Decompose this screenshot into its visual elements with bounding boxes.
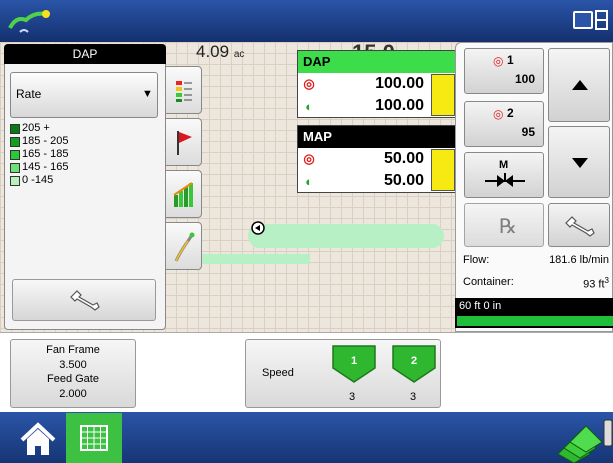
- legend-swatch: [10, 149, 20, 160]
- grid-icon: [80, 425, 108, 451]
- legend-swatch: [10, 136, 20, 147]
- target-rate: 50.00: [383, 150, 424, 167]
- prescription-button[interactable]: ℞: [464, 203, 544, 247]
- top-bar: [0, 0, 613, 42]
- legend-swatch: [10, 175, 20, 186]
- actual-rate: 100.00: [375, 97, 424, 114]
- arrow-down-icon: [572, 158, 588, 168]
- rate-bar: [431, 74, 455, 116]
- wrench-icon: [70, 290, 100, 311]
- preset-rate-2-button[interactable]: ◎ 2 95: [464, 101, 544, 147]
- actual-rate-icon: ◐: [305, 98, 313, 114]
- target-icon: ◎: [303, 151, 315, 166]
- legend-label: 165 - 185: [22, 148, 69, 160]
- manual-label: M: [499, 159, 509, 171]
- legend-item: 205 +: [10, 122, 160, 135]
- display-window-icon[interactable]: [571, 8, 609, 34]
- gps-signal-icon[interactable]: [6, 6, 52, 36]
- rate-increase-button[interactable]: [548, 48, 610, 122]
- target-icon: ◎: [303, 76, 315, 91]
- acres-counter: 4.09 ac: [196, 42, 244, 62]
- feed-gate-label: Feed Gate: [47, 373, 99, 385]
- fan-frame-value: 3.500: [59, 358, 87, 371]
- container-amount: 93 ft: [583, 278, 605, 291]
- dropdown-arrow-icon: ▼: [142, 88, 153, 100]
- container-value: 93 ft3: [545, 276, 609, 291]
- arrow-up-icon: [572, 80, 588, 90]
- legend-item: 185 - 205: [10, 135, 160, 148]
- actual-rate-icon: ◐: [305, 173, 313, 189]
- speed-label: Speed: [262, 367, 294, 379]
- guidance-tab-icon: [174, 232, 195, 262]
- section-status-bar: [457, 316, 613, 326]
- target-rate: 100.00: [375, 75, 424, 92]
- rate-legend: 205 + 185 - 205 165 - 185 145 - 165 0 -1…: [10, 122, 160, 187]
- section-2-speed: 3: [410, 391, 417, 403]
- section-2-icon[interactable]: 2: [391, 344, 437, 384]
- flow-value: 181.6 lb/min: [549, 254, 609, 266]
- preset-value: 95: [521, 125, 535, 139]
- legend-label: 205 +: [22, 122, 50, 134]
- target-icon: ◎: [493, 107, 504, 121]
- acres-value: 4.09: [196, 42, 230, 61]
- preset-number: 2: [507, 106, 514, 120]
- section-1-icon[interactable]: 1: [331, 344, 377, 384]
- section-number: 2: [411, 355, 417, 367]
- map-view-button[interactable]: [66, 413, 122, 463]
- container-unit-exponent: 3: [604, 276, 609, 285]
- legend-label: 185 - 205: [22, 135, 69, 147]
- prescription-icon: ℞: [499, 216, 517, 238]
- product-name: DAP: [298, 51, 457, 73]
- fan-frame-label: Fan Frame: [46, 344, 100, 356]
- settings-wrench-button[interactable]: [12, 279, 156, 321]
- implement-width: 60 ft 0 in: [459, 300, 502, 312]
- legend-swatch: [10, 162, 20, 173]
- legend-label: 0 -145: [22, 174, 54, 186]
- product-box-dap[interactable]: DAP ◎ 100.00 ◐ 100.00: [297, 50, 458, 118]
- valve-icon: [485, 173, 525, 187]
- chart-tab-icon: [173, 182, 193, 207]
- rate-select[interactable]: Rate: [10, 72, 158, 118]
- rate-bar: [431, 149, 455, 191]
- section-number: 1: [351, 355, 357, 367]
- preset-rate-1-button[interactable]: ◎ 1 100: [464, 48, 544, 94]
- preset-number: 1: [507, 53, 514, 67]
- panel-title: DAP: [4, 44, 166, 64]
- preset-value: 100: [514, 72, 535, 86]
- rate-settings-button[interactable]: [548, 203, 610, 247]
- flag-tab-icon: [177, 131, 192, 155]
- legend-item: 165 - 185: [10, 148, 160, 161]
- tab-charts[interactable]: [166, 170, 202, 218]
- legend-label: 145 - 165: [22, 161, 69, 173]
- layers-icon[interactable]: [556, 418, 613, 463]
- vehicle-icon: [251, 221, 265, 235]
- section-1-speed: 3: [349, 391, 356, 403]
- coverage-map: [170, 224, 444, 264]
- wrench-icon: [565, 216, 595, 237]
- target-icon: ◎: [493, 54, 504, 68]
- feed-gate-value: 2.000: [59, 387, 87, 400]
- tab-guidance[interactable]: [166, 222, 202, 270]
- rate-decrease-button[interactable]: [548, 126, 610, 198]
- manual-rate-button[interactable]: M: [464, 152, 544, 198]
- actual-rate: 50.00: [383, 172, 424, 189]
- flow-label: Flow:: [463, 254, 490, 266]
- tab-flags[interactable]: [166, 118, 202, 166]
- acres-unit: ac: [233, 49, 245, 60]
- legend-item: 0 -145: [10, 174, 160, 187]
- home-icon[interactable]: [18, 420, 58, 458]
- tab-legend[interactable]: [166, 66, 202, 114]
- fan-feed-settings-button[interactable]: Fan Frame 3.500 Feed Gate 2.000: [10, 339, 136, 408]
- product-name: MAP: [298, 126, 457, 148]
- legend-item: 145 - 165: [10, 161, 160, 174]
- legend-swatch: [10, 123, 20, 134]
- legend-tab-icon: [176, 81, 192, 102]
- product-box-map[interactable]: MAP ◎ 50.00 ◐ 50.00: [297, 125, 458, 193]
- container-label: Container:: [463, 276, 514, 288]
